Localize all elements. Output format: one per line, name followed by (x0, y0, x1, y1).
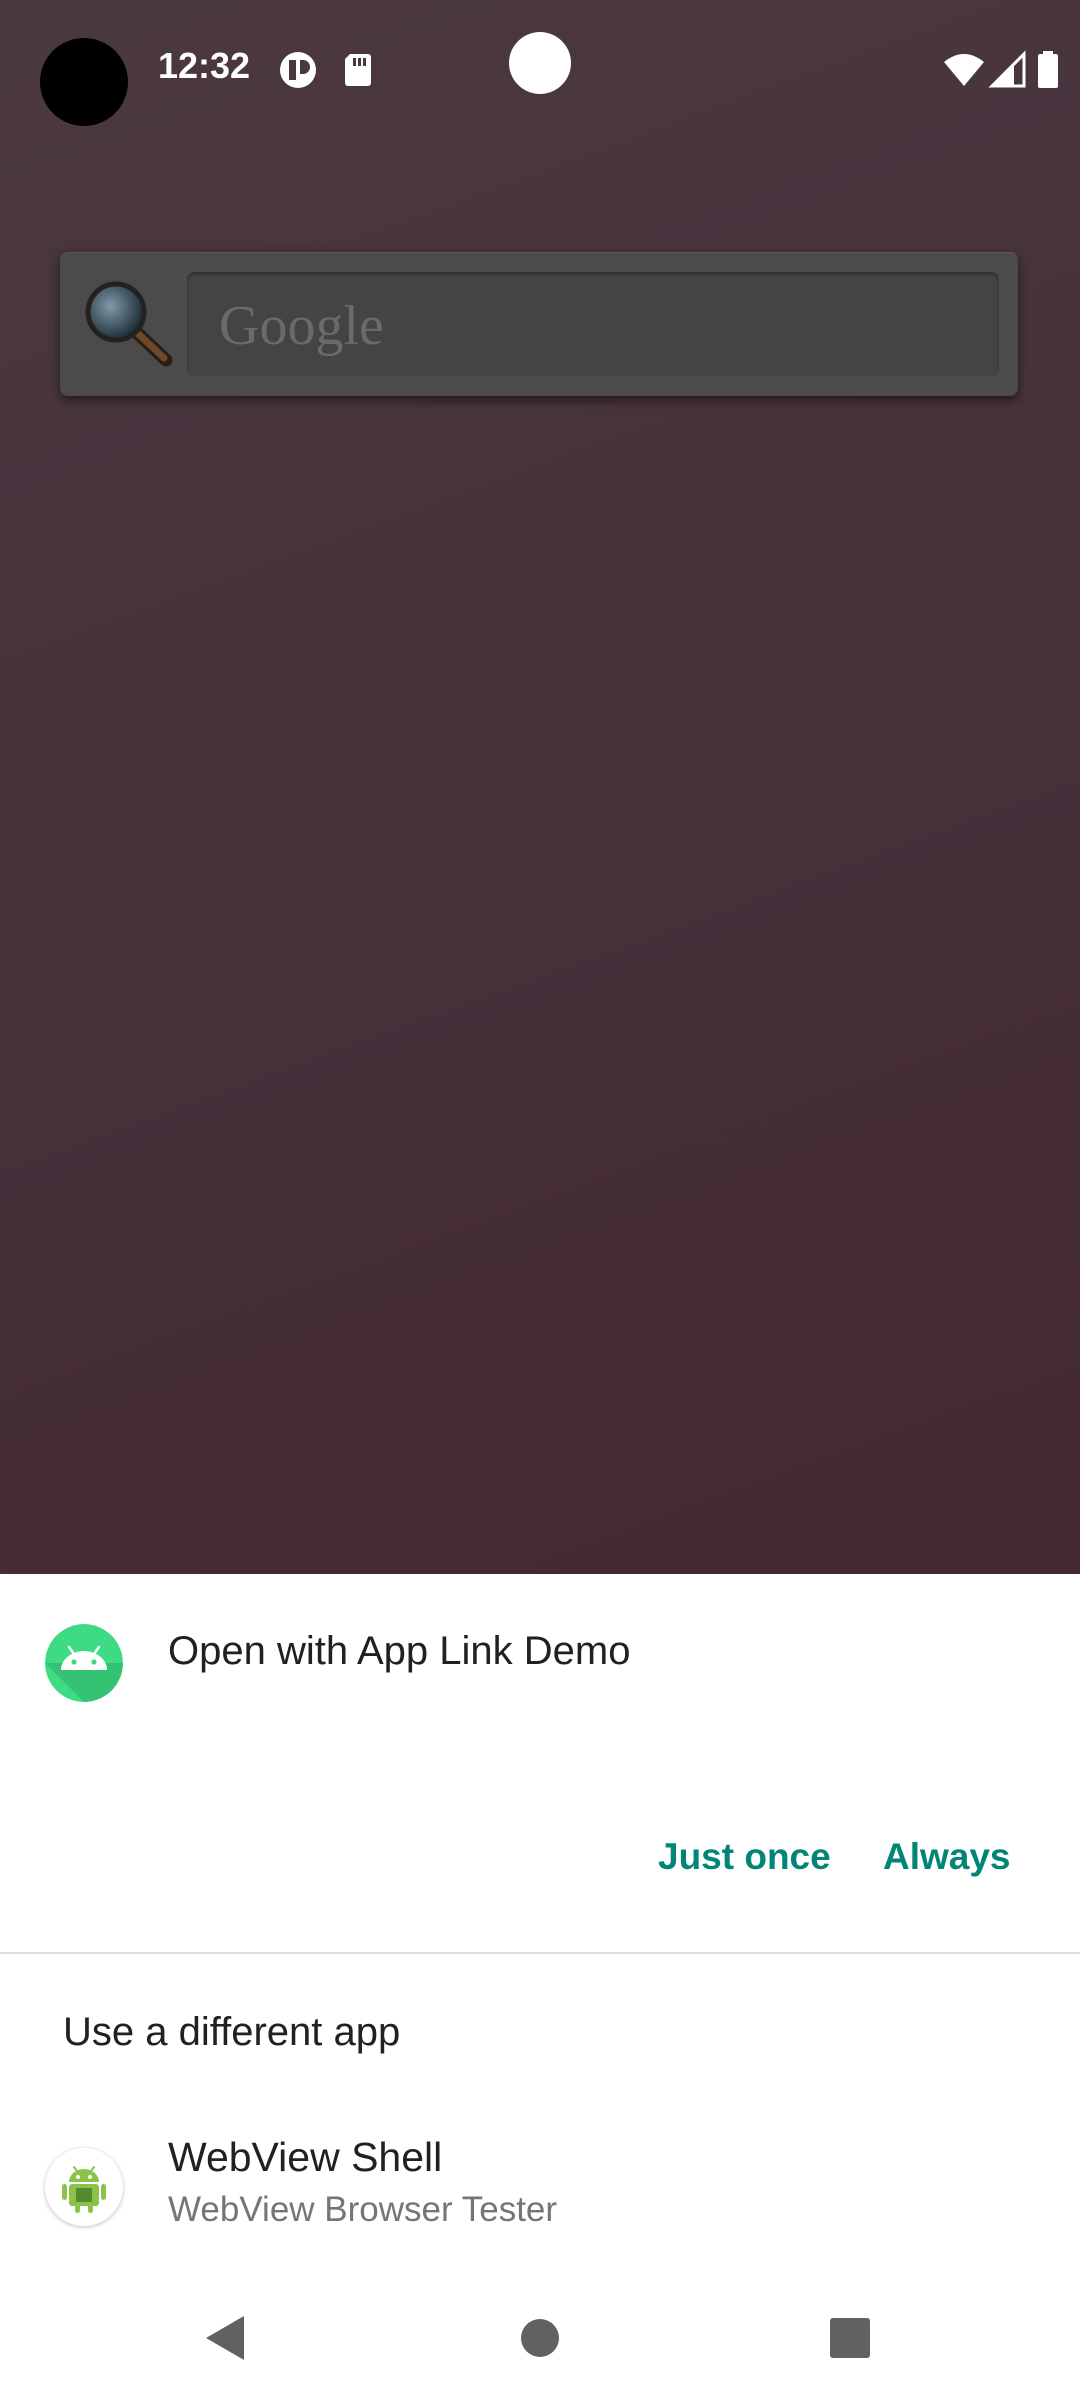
search-input[interactable]: Google (187, 272, 999, 376)
recents-icon[interactable] (820, 2308, 880, 2368)
wifi-icon (944, 54, 984, 86)
status-bar: 12:32 (0, 0, 1080, 140)
cellular-signal-icon (988, 50, 1026, 88)
open-with-bottom-sheet: Open with App Link Demo Just once Always… (0, 1574, 1080, 2400)
android-app-icon (45, 1624, 123, 1702)
google-search-widget[interactable]: Google (60, 252, 1018, 396)
navigation-bar (0, 2280, 1080, 2400)
search-placeholder: Google (219, 295, 384, 357)
app-name: WebView Shell (168, 2134, 443, 2180)
camera-cutout (40, 38, 128, 126)
battery-icon (1038, 51, 1058, 88)
divider (0, 1952, 1080, 1954)
front-sensor-dot (509, 32, 571, 94)
app-subtitle: WebView Browser Tester (168, 2190, 558, 2229)
alt-apps-heading: Use a different app (63, 2010, 401, 2054)
android-robot-icon (45, 2148, 123, 2226)
sd-card-icon (345, 54, 371, 86)
back-icon[interactable] (196, 2308, 256, 2368)
dialog-title: Open with App Link Demo (168, 1629, 631, 1673)
status-time: 12:32 (158, 45, 251, 86)
notification-badge-icon (280, 52, 316, 88)
magnifier-icon (85, 281, 173, 367)
always-button[interactable]: Always (883, 1836, 1011, 1878)
just-once-button[interactable]: Just once (658, 1836, 831, 1878)
home-icon[interactable] (510, 2308, 570, 2368)
app-list-item-webview-shell[interactable]: WebView Shell WebView Browser Tester (0, 2134, 1080, 2264)
